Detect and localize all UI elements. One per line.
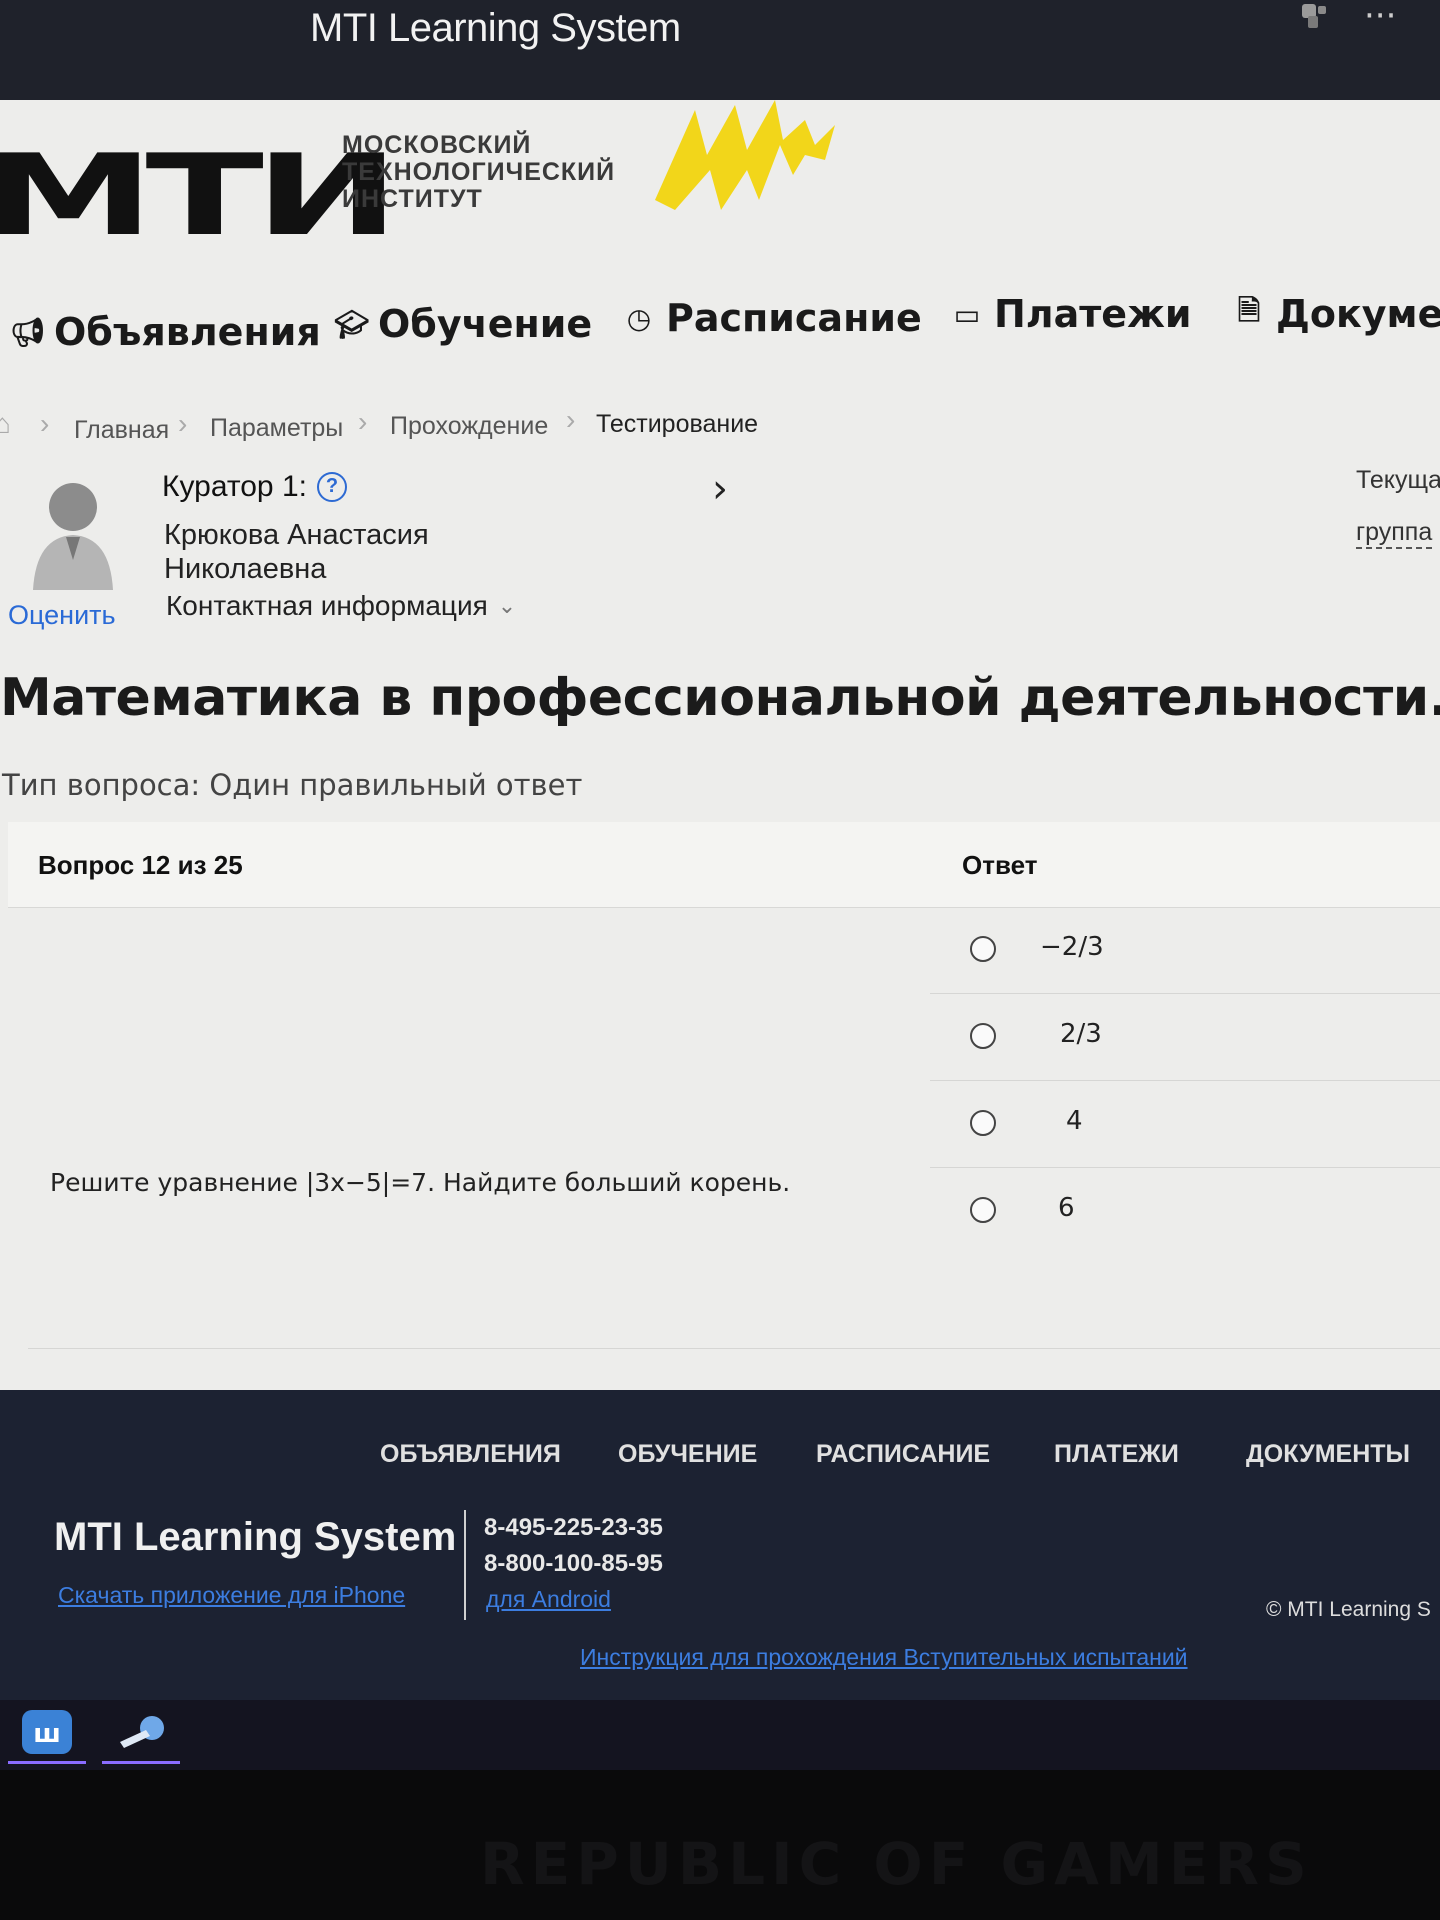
extensions-icon[interactable] — [1298, 0, 1332, 32]
phone-number: 8-800-100-85-95 — [484, 1550, 663, 1577]
nav-item-schedule[interactable]: ◷ Расписание — [622, 296, 922, 340]
breadcrumb-item-params[interactable]: Параметры — [210, 414, 343, 443]
megaphone-icon: 📢︎ — [10, 315, 46, 349]
bezel-brand-text: REPUBLIC OF GAMERS — [480, 1830, 1313, 1898]
radio-button[interactable] — [970, 1110, 996, 1136]
nav-item-label: Расписание — [666, 296, 922, 340]
svg-text:ш: ш — [33, 1719, 61, 1749]
rate-link[interactable]: Оценить — [8, 600, 116, 631]
document-icon: 🗎︎ — [1237, 294, 1261, 327]
avatar — [33, 483, 113, 590]
radio-button[interactable] — [970, 936, 996, 962]
radio-button[interactable] — [970, 1023, 996, 1049]
curator-label-text: Куратор 1: — [162, 470, 307, 503]
logo-wave-graphic — [655, 100, 835, 210]
answer-option[interactable]: 6 — [930, 1169, 1440, 1255]
logo-subtitle-line: ИНСТИТУТ — [342, 185, 483, 213]
footer: ОБЪЯВЛЕНИЯ ОБУЧЕНИЕ РАСПИСАНИЕ ПЛАТЕЖИ Д… — [0, 1390, 1440, 1700]
mti-logo-mark[interactable]: МТИ — [0, 140, 400, 252]
answer-column-header: Ответ — [962, 850, 1038, 880]
answer-option[interactable]: 2/3 — [930, 995, 1440, 1081]
home-icon[interactable]: ⌂ — [0, 408, 11, 440]
android-app-link[interactable]: для Android — [486, 1586, 611, 1613]
current-label: Текуща — [1356, 466, 1440, 494]
question-table-header: Вопрос 12 из 25 Ответ — [8, 822, 1440, 908]
footer-nav-learning[interactable]: ОБУЧЕНИЕ — [618, 1440, 757, 1469]
active-indicator — [8, 1761, 86, 1764]
footer-nav-announcements[interactable]: ОБЪЯВЛЕНИЯ — [380, 1440, 561, 1469]
breadcrumb-item-passing[interactable]: Прохождение — [390, 412, 548, 441]
more-dots-icon[interactable]: ··· — [1364, 0, 1396, 36]
chevron-right-icon: › — [566, 404, 576, 435]
nav-item-announcements[interactable]: 📢︎ Объявления — [10, 310, 321, 354]
logo-subtitle-line: МОСКОВСКИЙ — [342, 131, 532, 159]
chevron-right-icon: › — [358, 406, 368, 437]
copyright: © MTI Learning S — [1266, 1598, 1431, 1621]
contact-info-label: Контактная информация — [166, 590, 488, 621]
nav-item-documents[interactable]: 🗎︎ Докумен — [1232, 290, 1440, 338]
logo-subtitle-line: ТЕХНОЛОГИЧЕСКИЙ — [342, 158, 616, 186]
question-text: Решите уравнение |3x−5|=7. Найдите больш… — [50, 1168, 791, 1197]
main-nav: 📢︎ Объявления 🎓︎ Обучение ◷ Расписание ▭… — [0, 288, 1440, 368]
footer-brand: MTI Learning System — [54, 1515, 457, 1559]
page-content: МТИ МОСКОВСКИЙ ТЕХНОЛОГИЧЕСКИЙ ИНСТИТУТ … — [0, 100, 1440, 1390]
question-type: Тип вопроса: Один правильный ответ — [2, 768, 583, 802]
clock-icon: ◷ — [626, 301, 652, 335]
w-app-icon: ш — [22, 1710, 72, 1754]
active-indicator — [102, 1761, 180, 1764]
window-titlebar: MTI Learning System ··· — [0, 0, 1440, 100]
logo-subtitle: МОСКОВСКИЙ ТЕХНОЛОГИЧЕСКИЙ ИНСТИТУТ — [342, 132, 615, 213]
nav-item-label: Платежи — [994, 292, 1192, 336]
breadcrumb-item-home[interactable]: Главная — [74, 416, 169, 445]
next-curator-icon[interactable]: › — [712, 466, 728, 512]
os-taskbar: ш — [0, 1700, 1440, 1770]
taskbar-app-w[interactable]: ш — [8, 1708, 86, 1764]
course-title: Математика в профессиональной деятельнос… — [0, 668, 1440, 728]
chevron-right-icon: › — [40, 408, 50, 439]
answer-option-label: 4 — [1066, 1106, 1083, 1136]
footer-nav-schedule[interactable]: РАСПИСАНИЕ — [816, 1440, 990, 1469]
chevron-right-icon: › — [178, 408, 188, 439]
breadcrumb-item-testing: Тестирование — [596, 410, 759, 438]
footer-nav-payments[interactable]: ПЛАТЕЖИ — [1054, 1440, 1179, 1469]
answer-option-label: 6 — [1058, 1193, 1075, 1223]
steam-icon — [120, 1716, 164, 1748]
iphone-app-link[interactable]: Скачать приложение для iPhone — [58, 1582, 405, 1609]
credit-card-icon: ▭ — [953, 297, 981, 331]
answer-option-label: 2/3 — [1060, 1019, 1102, 1049]
nav-item-learning[interactable]: 🎓︎ Обучение — [334, 302, 592, 346]
taskbar-app-steam[interactable] — [102, 1708, 180, 1764]
nav-item-label: Докумен — [1276, 292, 1440, 336]
answer-option-label: −2/3 — [1040, 932, 1104, 962]
group-link[interactable]: группа — [1356, 518, 1433, 549]
divider — [28, 1348, 1440, 1349]
curator-name: Крюкова Анастасия Николаевна — [164, 519, 429, 585]
answer-option[interactable]: 4 — [930, 1082, 1440, 1168]
curator-label: Куратор 1: ? — [162, 470, 347, 504]
footer-divider — [464, 1510, 466, 1620]
question-counter: Вопрос 12 из 25 — [38, 850, 243, 880]
chevron-down-icon: ⌄ — [497, 593, 517, 618]
contact-info-toggle[interactable]: Контактная информация ⌄ — [166, 590, 516, 622]
answer-option[interactable]: −2/3 — [930, 908, 1440, 994]
nav-item-label: Объявления — [54, 310, 321, 354]
phone-number: 8-495-225-23-35 — [484, 1514, 663, 1541]
monitor-bezel: REPUBLIC OF GAMERS — [0, 1770, 1440, 1920]
footer-nav-documents[interactable]: ДОКУМЕНТЫ — [1246, 1440, 1410, 1469]
nav-item-label: Обучение — [378, 302, 593, 346]
radio-button[interactable] — [970, 1197, 996, 1223]
instructions-link[interactable]: Инструкция для прохождения Вступительных… — [580, 1644, 1188, 1671]
help-icon[interactable]: ? — [316, 472, 347, 502]
nav-item-payments[interactable]: ▭ Платежи — [950, 292, 1192, 336]
app-title: MTI Learning System — [310, 6, 681, 50]
graduation-cap-icon: 🎓︎ — [334, 307, 370, 341]
